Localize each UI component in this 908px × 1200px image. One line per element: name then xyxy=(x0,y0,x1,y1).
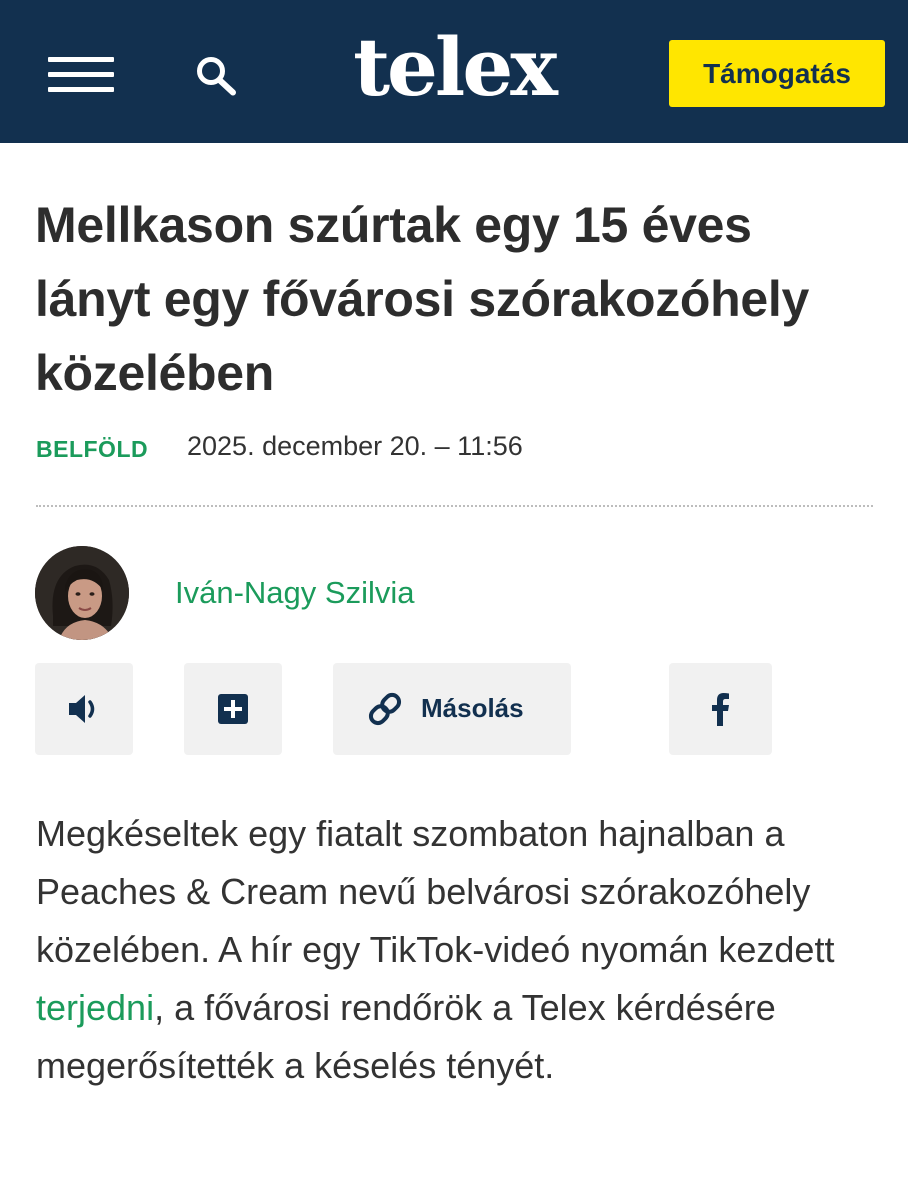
save-article-button[interactable] xyxy=(184,663,282,755)
listen-button[interactable] xyxy=(35,663,133,755)
copy-link-button[interactable]: Másolás xyxy=(333,663,571,755)
plus-square-icon xyxy=(218,694,248,724)
menu-line xyxy=(48,87,114,92)
telex-logo[interactable]: telex xyxy=(352,22,558,112)
menu-line xyxy=(48,57,114,62)
category-link[interactable]: BELFÖLD xyxy=(36,436,148,463)
facebook-icon xyxy=(712,693,729,726)
source-link[interactable]: terjedni xyxy=(36,987,154,1028)
lead-text: Megkéseltek egy fiatalt szombaton hajnal… xyxy=(36,813,835,970)
search-icon[interactable] xyxy=(193,54,241,100)
author-link[interactable]: Iván-Nagy Szilvia xyxy=(175,575,414,611)
copy-label: Másolás xyxy=(421,693,524,723)
article-lead: Megkéseltek egy fiatalt szombaton hajnal… xyxy=(36,805,886,1095)
author-avatar[interactable] xyxy=(35,546,129,640)
facebook-share-button[interactable] xyxy=(669,663,772,755)
speaker-icon xyxy=(69,695,95,723)
top-navigation-bar: telex Támogatás xyxy=(0,0,908,143)
support-button[interactable]: Támogatás xyxy=(669,40,885,107)
link-icon xyxy=(368,692,402,726)
article-title: Mellkason szúrtak egy 15 éves lányt egy … xyxy=(35,197,809,401)
divider xyxy=(36,505,873,507)
menu-line xyxy=(48,72,114,77)
hamburger-menu-icon[interactable] xyxy=(48,55,116,95)
publish-date: 2025. december 20. – 11:56 xyxy=(187,431,523,461)
